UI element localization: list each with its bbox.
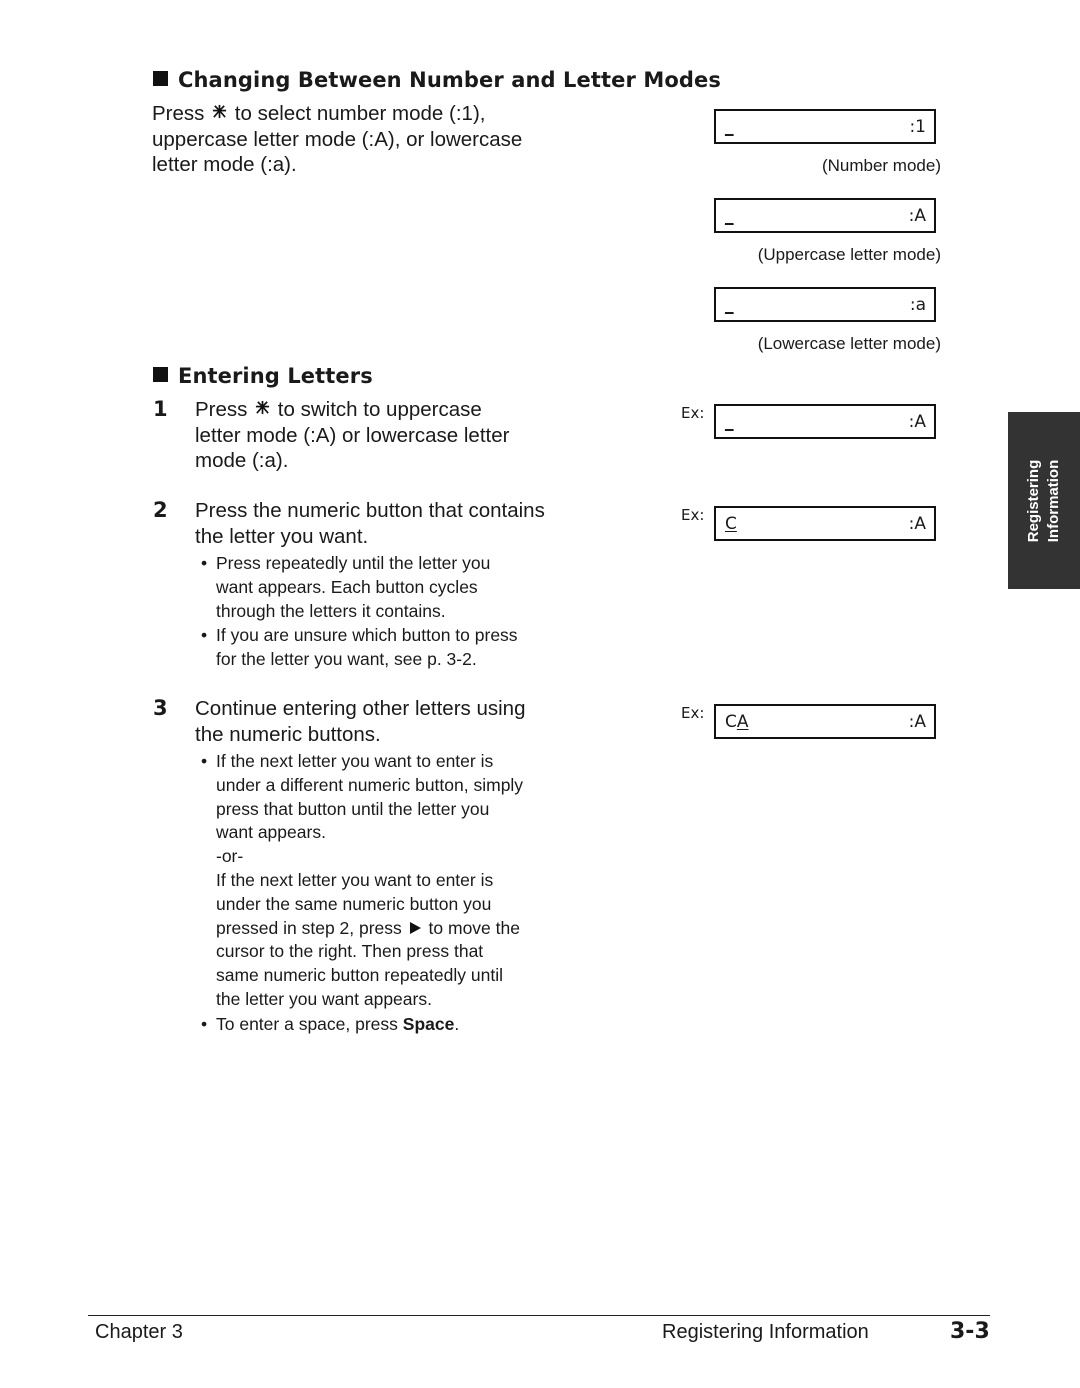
footer-section-title: Registering Information bbox=[662, 1321, 869, 1343]
star-key-icon bbox=[256, 400, 270, 415]
space-key-label: Space bbox=[402, 1014, 455, 1034]
chapter-side-tab: Registering Information bbox=[1008, 412, 1080, 589]
step-number-1: 1 bbox=[153, 397, 168, 421]
step-2-bullet-2: • If you are unsure which button to pres… bbox=[201, 625, 518, 669]
lcd-display-number-mode: _ :1 bbox=[714, 109, 936, 144]
step-3-bullet-1: • If the next letter you want to enter i… bbox=[201, 750, 576, 1012]
step-number-3: 3 bbox=[153, 696, 168, 720]
right-arrow-key-icon bbox=[409, 921, 421, 934]
section-heading-modes: Changing Between Number and Letter Modes bbox=[153, 68, 721, 92]
square-bullet-icon bbox=[153, 71, 168, 86]
step-number-2: 2 bbox=[153, 498, 168, 522]
star-key-icon bbox=[213, 104, 227, 119]
footer-divider bbox=[88, 1315, 990, 1316]
square-bullet-icon bbox=[153, 367, 168, 382]
page-number: 3-3 bbox=[950, 1319, 990, 1344]
footer-chapter: Chapter 3 bbox=[95, 1321, 183, 1343]
lcd-display-example-1: _ :A bbox=[714, 404, 936, 439]
example-label: Ex: bbox=[681, 506, 705, 524]
or-separator: -or- bbox=[216, 846, 244, 867]
example-label: Ex: bbox=[681, 704, 705, 722]
lcd-display-lowercase-mode: _ :a bbox=[714, 287, 936, 322]
step-3-bullet-2: • To enter a space, press Space. bbox=[201, 1014, 460, 1034]
caption-lowercase-mode: (Lowercase letter mode) bbox=[757, 334, 941, 353]
caption-number-mode: (Number mode) bbox=[821, 156, 941, 175]
caption-uppercase-mode: (Uppercase letter mode) bbox=[757, 245, 941, 264]
step-1-text: Press to switch to uppercase letter mode… bbox=[195, 398, 510, 473]
example-label: Ex: bbox=[681, 404, 705, 422]
step-2-bullet-1: • Press repeatedly until the letter you … bbox=[201, 553, 491, 621]
section-heading-entering-letters: Entering Letters bbox=[153, 364, 373, 388]
step-2-text: Press the numeric button that contains t… bbox=[195, 499, 545, 548]
lcd-display-uppercase-mode: _ :A bbox=[714, 198, 936, 233]
lcd-display-example-2: C :A bbox=[714, 506, 936, 541]
modes-description: Press to select number mode (:1), upperc… bbox=[152, 102, 523, 177]
step-3-text: Continue entering other letters using th… bbox=[195, 697, 526, 746]
lcd-display-example-3: CA :A bbox=[714, 704, 936, 739]
